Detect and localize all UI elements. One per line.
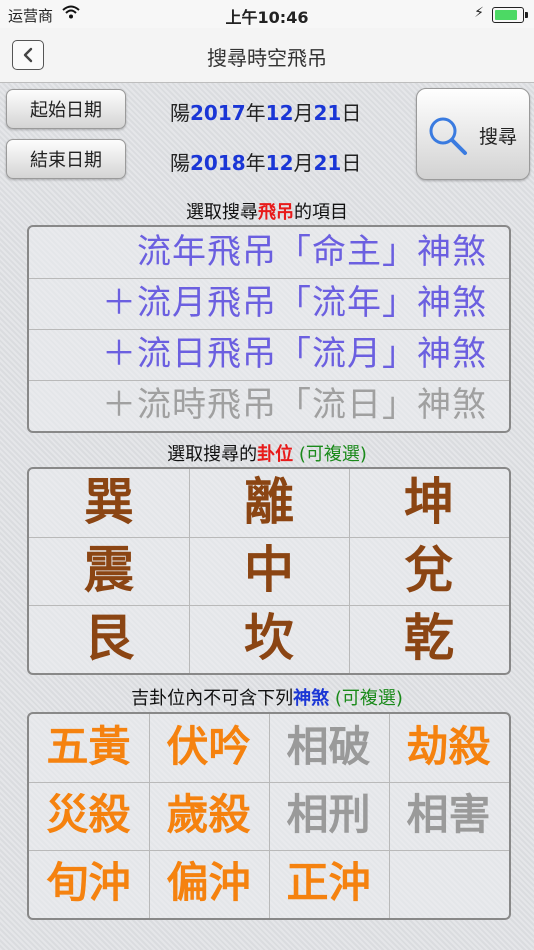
- gua-cell[interactable]: 艮: [29, 605, 189, 671]
- row-divider: [29, 605, 509, 606]
- start-date-button[interactable]: 起始日期: [6, 89, 126, 129]
- magnifier-icon: [429, 117, 467, 155]
- fly-item-list: 流年飛吊「命主」神煞 ＋流月飛吊「流年」神煞 ＋流日飛吊「流月」神煞 ＋流時飛吊「流日…: [27, 225, 511, 433]
- sha-section-label: 吉卦位內不可含下列神煞 (可複選): [131, 688, 403, 709]
- sha-cell[interactable]: 相刑: [269, 782, 388, 848]
- column-divider: [269, 714, 270, 918]
- sha-cell[interactable]: 五黃: [29, 714, 148, 780]
- row-divider: [29, 380, 509, 381]
- sha-cell[interactable]: 災殺: [29, 782, 148, 848]
- sha-grid: 五黃 伏吟 相破 劫殺災殺 歲殺 相刑 相害旬沖 偏沖 正沖: [27, 712, 511, 920]
- sha-cell[interactable]: 旬沖: [29, 850, 148, 916]
- fly-item[interactable]: 流年飛吊「命主」神煞: [29, 227, 509, 278]
- status-time: 上午10:46: [225, 8, 309, 27]
- sha-cell[interactable]: 劫殺: [389, 714, 508, 780]
- gua-section-label: 選取搜尋的卦位 (可複選): [167, 444, 367, 465]
- gua-cell[interactable]: 坎: [189, 605, 349, 671]
- fly-item[interactable]: ＋流月飛吊「流年」神煞: [29, 278, 509, 329]
- fly-item[interactable]: ＋流日飛吊「流月」神煞: [29, 329, 509, 380]
- row-divider: [29, 537, 509, 538]
- column-divider: [149, 714, 150, 918]
- start-date-value[interactable]: 陽2017年12月21日: [170, 97, 361, 126]
- battery-level: [495, 10, 517, 20]
- gua-cell[interactable]: 巽: [29, 469, 189, 535]
- gua-cell[interactable]: 震: [29, 537, 189, 603]
- gua-cell[interactable]: 坤: [349, 469, 509, 535]
- sha-cell[interactable]: [389, 850, 508, 916]
- sha-cell[interactable]: 歲殺: [149, 782, 268, 848]
- row-divider: [29, 329, 509, 330]
- gua-cell[interactable]: 乾: [349, 605, 509, 671]
- search-button[interactable]: 搜尋: [416, 88, 530, 180]
- navigation-bar: 搜尋時空飛吊: [0, 28, 534, 83]
- end-date-value[interactable]: 陽2018年12月21日: [170, 147, 361, 176]
- sha-cell[interactable]: 相害: [389, 782, 508, 848]
- status-bar: 运营商 上午10:46 ⚡: [0, 0, 534, 28]
- gua-cell[interactable]: 中: [189, 537, 349, 603]
- charging-icon: ⚡: [474, 5, 484, 21]
- search-label: 搜尋: [479, 126, 518, 148]
- battery-icon: [492, 7, 528, 23]
- gua-grid: 巽離坤震中兌艮坎乾: [27, 467, 511, 675]
- gua-cell[interactable]: 兌: [349, 537, 509, 603]
- column-divider: [389, 714, 390, 918]
- gua-cell[interactable]: 離: [189, 469, 349, 535]
- column-divider: [189, 469, 190, 673]
- row-divider: [29, 278, 509, 279]
- sha-cell[interactable]: 偏沖: [149, 850, 268, 916]
- sha-cell[interactable]: 正沖: [269, 850, 388, 916]
- fly-section-label: 選取搜尋飛吊的項目: [186, 202, 348, 223]
- sha-cell[interactable]: 伏吟: [149, 714, 268, 780]
- fly-item[interactable]: ＋流時飛吊「流日」神煞: [29, 380, 509, 431]
- end-date-button[interactable]: 結束日期: [6, 139, 126, 179]
- sha-cell[interactable]: 相破: [269, 714, 388, 780]
- column-divider: [349, 469, 350, 673]
- page-title: 搜尋時空飛吊: [207, 46, 327, 70]
